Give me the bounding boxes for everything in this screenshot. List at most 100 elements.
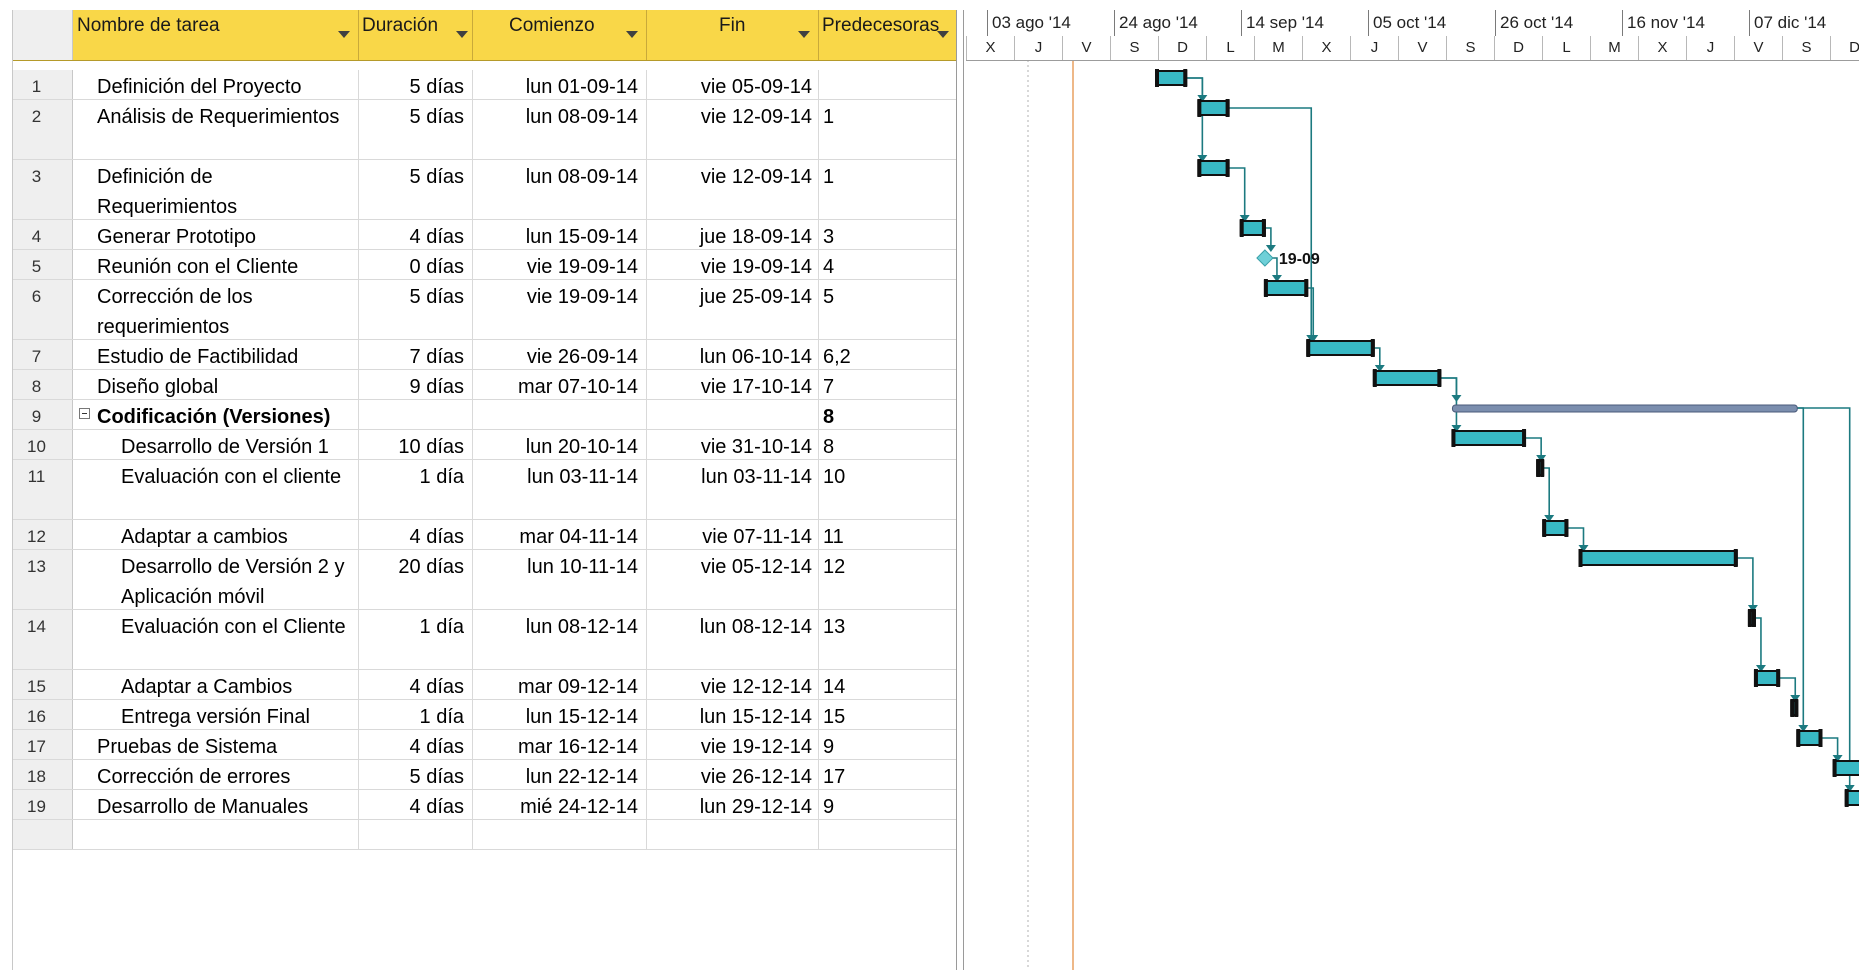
task-bar-end-cap[interactable]	[1261, 219, 1266, 237]
row-id[interactable]: 1	[13, 70, 73, 99]
task-bar[interactable]	[1197, 100, 1230, 116]
task-end[interactable]: vie 12-12-14	[647, 670, 819, 699]
row-id[interactable]: 11	[13, 460, 73, 519]
task-name[interactable]: Codificación (Versiones)	[73, 400, 359, 429]
row-id[interactable]: 2	[13, 100, 73, 159]
task-duration[interactable]: 1 día	[359, 700, 473, 729]
table-row[interactable]: 9 Codificación (Versiones) 8	[13, 400, 957, 430]
task-duration[interactable]: 7 días	[359, 340, 473, 369]
milestone-diamond[interactable]	[1256, 249, 1274, 267]
task-start[interactable]: mié 24-12-14	[473, 790, 647, 819]
task-bar[interactable]	[1451, 430, 1527, 446]
task-predecessors[interactable]: 15	[819, 700, 957, 729]
task-predecessors[interactable]: 4	[819, 250, 957, 279]
task-bar-end-cap[interactable]	[1733, 549, 1738, 567]
task-bar-start-cap[interactable]	[1306, 339, 1311, 357]
task-bar[interactable]	[1239, 220, 1266, 236]
task-start[interactable]: lun 15-09-14	[473, 220, 647, 249]
task-bar-start-cap[interactable]	[1790, 699, 1795, 717]
task-start[interactable]: vie 26-09-14	[473, 340, 647, 369]
task-predecessors[interactable]	[819, 70, 957, 99]
task-bar-end-cap[interactable]	[1751, 609, 1756, 627]
task-start[interactable]	[473, 400, 647, 429]
task-name[interactable]: Desarrollo de Versión 1	[73, 430, 359, 459]
task-start[interactable]: lun 03-11-14	[473, 460, 647, 519]
task-start[interactable]: mar 09-12-14	[473, 670, 647, 699]
task-bar-start-cap[interactable]	[1197, 159, 1202, 177]
table-row[interactable]: 3 Definición de Requerimientos 5 días lun 0…	[13, 160, 957, 220]
task-predecessors[interactable]: 17	[819, 760, 957, 789]
task-bar-start-cap[interactable]	[1155, 69, 1159, 87]
table-row[interactable]: 2 Análisis de Requerimientos 5 días lun 08-…	[13, 100, 957, 160]
empty-row[interactable]	[13, 820, 957, 850]
task-bar-start-cap[interactable]	[1747, 609, 1752, 627]
task-bar-end-cap[interactable]	[1183, 69, 1188, 87]
task-bar[interactable]	[1578, 550, 1738, 566]
task-bar-end-cap[interactable]	[1370, 339, 1375, 357]
task-name[interactable]: Evaluación con el Cliente	[73, 610, 359, 669]
column-header-name[interactable]: Nombre de tarea	[73, 10, 359, 60]
task-end[interactable]	[647, 820, 819, 849]
task-predecessors[interactable]: 1	[819, 100, 957, 159]
task-end[interactable]: vie 05-12-14	[647, 550, 819, 609]
row-id[interactable]: 14	[13, 610, 73, 669]
task-name[interactable]: Definición del Proyecto	[73, 70, 359, 99]
task-end[interactable]: lun 29-12-14	[647, 790, 819, 819]
dependency-arrow[interactable]	[1265, 245, 1276, 252]
table-row[interactable]: 13 Desarrollo de Versión 2 y Aplicación m…	[13, 550, 957, 610]
task-duration[interactable]: 4 días	[359, 730, 473, 759]
table-row[interactable]: 12 Adaptar a cambios 4 días mar 04-11-14 vie…	[13, 520, 957, 550]
table-row[interactable]: 7 Estudio de Factibilidad 7 días vie 26-09-…	[13, 340, 957, 370]
task-bar-start-cap[interactable]	[1844, 789, 1849, 807]
task-end[interactable]: vie 12-09-14	[647, 100, 819, 159]
task-bar-start-cap[interactable]	[1372, 369, 1377, 387]
milestone-label[interactable]: 19-09	[1279, 251, 1320, 268]
table-row[interactable]: 18 Corrección de errores 5 días lun 22-12-1…	[13, 760, 957, 790]
task-duration[interactable]: 5 días	[359, 100, 473, 159]
task-name[interactable]	[73, 820, 359, 849]
task-bar-start-cap[interactable]	[1578, 549, 1583, 567]
row-header-corner[interactable]	[13, 10, 73, 60]
task-start[interactable]: lun 22-12-14	[473, 760, 647, 789]
task-end[interactable]: vie 19-09-14	[647, 250, 819, 279]
task-duration[interactable]	[359, 400, 473, 429]
task-duration[interactable]	[359, 820, 473, 849]
task-name[interactable]: Desarrollo de Manuales	[73, 790, 359, 819]
task-name[interactable]: Análisis de Requerimientos	[73, 100, 359, 159]
filter-dropdown-icon[interactable]	[338, 31, 350, 38]
task-bar[interactable]	[1197, 160, 1230, 176]
task-start[interactable]: vie 19-09-14	[473, 280, 647, 339]
row-id[interactable]: 8	[13, 370, 73, 399]
filter-dropdown-icon[interactable]	[798, 31, 810, 38]
task-bar-end-cap[interactable]	[1225, 99, 1230, 117]
task-start[interactable]: lun 08-12-14	[473, 610, 647, 669]
table-row[interactable]: 4 Generar Prototipo 4 días lun 15-09-14 jue …	[13, 220, 957, 250]
row-id[interactable]: 3	[13, 160, 73, 219]
task-end[interactable]: lun 03-11-14	[647, 460, 819, 519]
task-bar-end-cap[interactable]	[1818, 729, 1823, 747]
table-row[interactable]: 15 Adaptar a Cambios 4 días mar 09-12-14 vie…	[13, 670, 957, 700]
task-bar-end-cap[interactable]	[1564, 519, 1569, 537]
table-row[interactable]: 19 Desarrollo de Manuales 4 días mié 24-12-…	[13, 790, 957, 820]
task-bar[interactable]	[1753, 670, 1781, 686]
task-name[interactable]: Diseño global	[73, 370, 359, 399]
task-name[interactable]: Desarrollo de Versión 2 y Aplicación móv…	[73, 550, 359, 609]
task-predecessors[interactable]: 9	[819, 730, 957, 759]
task-bar-end-cap[interactable]	[1522, 429, 1527, 447]
task-bar-end-cap[interactable]	[1437, 369, 1442, 387]
task-bar[interactable]	[1832, 760, 1859, 776]
task-duration[interactable]: 5 días	[359, 70, 473, 99]
task-start[interactable]: lun 01-09-14	[473, 70, 647, 99]
task-bar[interactable]	[1306, 340, 1375, 356]
task-predecessors[interactable]: 6,2	[819, 340, 957, 369]
column-header-start[interactable]: Comienzo	[473, 10, 647, 60]
row-id[interactable]: 6	[13, 280, 73, 339]
task-end[interactable]: vie 12-09-14	[647, 160, 819, 219]
table-row[interactable]: 16 Entrega versión Final 1 día lun 15-12-14…	[13, 700, 957, 730]
task-name[interactable]: Definición de Requerimientos	[73, 160, 359, 219]
task-predecessors[interactable]: 7	[819, 370, 957, 399]
task-bar-start-cap[interactable]	[1796, 729, 1801, 747]
filter-dropdown-icon[interactable]	[937, 31, 949, 38]
task-duration[interactable]: 20 días	[359, 550, 473, 609]
task-duration[interactable]: 5 días	[359, 280, 473, 339]
